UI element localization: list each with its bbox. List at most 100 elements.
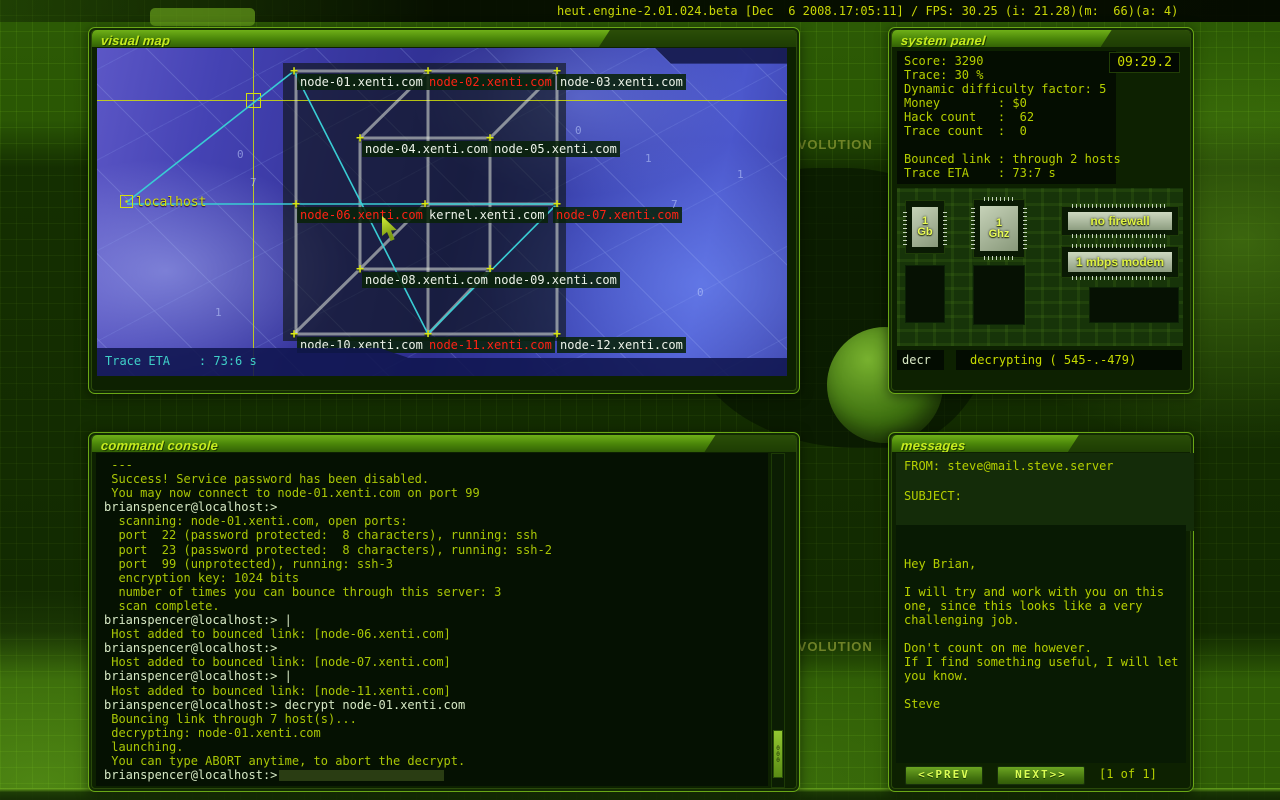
cpu-chip: 1 Ghz	[973, 199, 1025, 258]
active-command-abbrev: decr	[897, 350, 944, 370]
scroll-thumb-mark: 0	[776, 752, 780, 757]
photo-digit: 1	[645, 152, 652, 165]
scroll-thumb-mark: 0	[776, 758, 780, 763]
chip-pins	[1072, 234, 1168, 238]
console-line: Host added to bounced link: [node-07.xen…	[104, 655, 764, 669]
session-clock: 09:29.2	[1109, 52, 1180, 73]
empty-hardware-slot	[905, 265, 945, 323]
map-node-label[interactable]: node-07.xenti.com	[553, 207, 682, 223]
console-output-area[interactable]: --- Success! Service password has been d…	[96, 453, 768, 786]
cpu-label: Ghz	[989, 229, 1010, 240]
chip-pins	[903, 209, 907, 245]
console-line: brianspencer@localhost:> |	[104, 613, 764, 627]
console-line: number of times you can bounce through t…	[104, 585, 764, 599]
photo-digit: 1	[215, 306, 222, 319]
chip-pins	[1023, 208, 1027, 249]
map-node-label[interactable]: node-01.xenti.com	[297, 74, 426, 90]
map-node-label[interactable]: node-04.xenti.com	[362, 141, 491, 157]
stat-line: Hack count : 62	[904, 110, 1116, 124]
console-line: brianspencer@localhost:>	[104, 641, 764, 655]
system-panel-title: system panel	[892, 33, 986, 47]
console-line: encryption key: 1024 bits	[104, 571, 764, 585]
prev-message-button[interactable]: <<PREV	[905, 766, 983, 785]
map-node-label[interactable]: node-03.xenti.com	[557, 74, 686, 90]
console-line: scan complete.	[104, 599, 764, 613]
chip-pins	[984, 256, 1014, 260]
stat-line: Trace ETA : 73:7 s	[904, 166, 1116, 180]
photo-digit: 7	[671, 198, 678, 211]
console-line: Host added to bounced link: [node-11.xen…	[104, 684, 764, 698]
map-node-layer: +++++++++++++node-01.xenti.comnode-02.xe…	[97, 48, 787, 376]
network-map-viewport[interactable]: +++++++++++++node-01.xenti.comnode-02.xe…	[97, 48, 787, 376]
chip-pins	[1072, 244, 1168, 248]
stat-line: Score: 3290	[904, 54, 1116, 68]
scroll-thumb-mark: 0	[776, 746, 780, 751]
console-line: port 22 (password protected: 8 character…	[104, 528, 764, 542]
cpu-label: 1	[996, 218, 1002, 229]
map-node-label[interactable]: node-06.xenti.com	[297, 207, 426, 223]
console-line[interactable]: brianspencer@localhost:>	[104, 768, 764, 782]
console-line: launching.	[104, 740, 764, 754]
console-line: scanning: node-01.xenti.com, open ports:	[104, 514, 764, 528]
message-body-line	[904, 683, 1186, 697]
map-node-label[interactable]: node-02.xenti.com	[426, 74, 555, 90]
stat-line	[904, 138, 1116, 152]
console-line: Host added to bounced link: [node-06.xen…	[104, 627, 764, 641]
firewall-label: no firewall	[1068, 212, 1172, 230]
console-line: port 23 (password protected: 8 character…	[104, 543, 764, 557]
message-page-indicator: [1 of 1]	[1099, 767, 1157, 781]
system-panel-header: system panel	[892, 30, 1190, 47]
decrypt-status-readout: decrypting ( 545-.-479)	[956, 350, 1182, 370]
console-line: brianspencer@localhost:> |	[104, 669, 764, 683]
stat-line: Dynamic difficulty factor: 5	[904, 82, 1116, 96]
messages-title: messages	[892, 438, 966, 452]
localhost-label[interactable]: localhost	[136, 195, 206, 210]
command-console-panel: command console --- Success! Service pas…	[88, 432, 800, 792]
message-body-line: Don't count on me however.	[904, 641, 1186, 655]
message-body-line: Steve	[904, 697, 1186, 711]
photo-digit: 7	[250, 176, 257, 189]
console-line: brianspencer@localhost:> decrypt node-01…	[104, 698, 764, 712]
console-line: ---	[104, 458, 764, 472]
console-scrollbar[interactable]: 000	[771, 453, 785, 788]
message-body-line	[904, 627, 1186, 641]
messages-panel: messages FROM: steve@mail.steve.serverSU…	[888, 432, 1194, 792]
message-header-line: SUBJECT:	[904, 489, 1194, 504]
console-scrollbar-thumb[interactable]: 000	[773, 730, 783, 778]
console-line: brianspencer@localhost:>	[104, 500, 764, 514]
empty-hardware-slot	[973, 265, 1025, 325]
console-lines: --- Success! Service password has been d…	[104, 458, 764, 782]
ram-label: Gb	[917, 227, 932, 238]
map-node-label[interactable]: node-09.xenti.com	[491, 272, 620, 288]
firewall-module: no firewall	[1061, 206, 1179, 236]
message-body-line	[904, 571, 1186, 585]
map-node-label[interactable]: node-11.xenti.com	[426, 337, 555, 353]
map-node-label[interactable]: node-05.xenti.com	[491, 141, 620, 157]
map-node-label[interactable]: node-08.xenti.com	[362, 272, 491, 288]
message-body-line: you know.	[904, 669, 1186, 683]
map-node-label[interactable]: kernel.xenti.com	[426, 207, 548, 223]
message-body-line: I will try and work with you on this	[904, 585, 1186, 599]
visual-map-header: visual map	[92, 30, 796, 47]
stat-line: Bounced link : through 2 hosts	[904, 152, 1116, 166]
next-message-button[interactable]: NEXT>>	[997, 766, 1085, 785]
localhost-marker-icon[interactable]	[120, 195, 133, 208]
map-node-label[interactable]: node-12.xenti.com	[557, 337, 686, 353]
messages-header: messages	[892, 435, 1190, 452]
message-body-line: If I find something useful, I will let	[904, 655, 1186, 669]
chip-pins	[943, 209, 947, 245]
engine-status-text: heut.engine-2.01.024.beta [Dec 6 2008.17…	[557, 4, 1178, 18]
ram-chip: 1 Gb	[905, 200, 945, 254]
stat-line: Trace count : 0	[904, 124, 1116, 138]
console-line: decrypting: node-01.xenti.com	[104, 726, 764, 740]
console-line: Success! Service password has been disab…	[104, 472, 764, 486]
photo-digit: 0	[575, 124, 582, 137]
modem-module: 1 mbps modem	[1061, 246, 1179, 278]
stat-line: Money : $0	[904, 96, 1116, 110]
console-input-cursor[interactable]	[279, 770, 444, 781]
chip-pins	[984, 197, 1014, 201]
message-body-line: Hey Brian,	[904, 557, 1186, 571]
console-line: You may now connect to node-01.xenti.com…	[104, 486, 764, 500]
map-trace-eta-text: Trace ETA : 73:6 s	[105, 354, 257, 368]
photo-digit: 1	[737, 168, 744, 181]
